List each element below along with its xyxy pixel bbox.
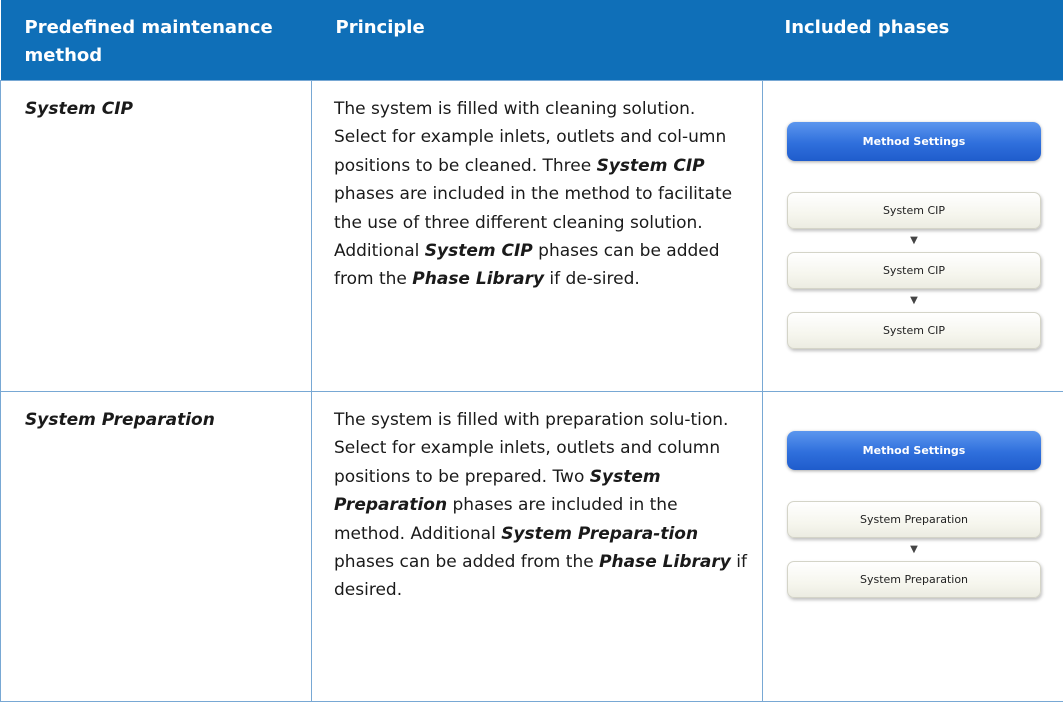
- down-arrow-icon: ▼: [910, 538, 918, 561]
- table-row: System Preparation The system is filled …: [1, 392, 1063, 702]
- principle-text: The system is filled with preparation so…: [312, 392, 763, 702]
- header-principle: Principle: [312, 0, 763, 81]
- principle-text: The system is filled with cleaning solut…: [312, 81, 763, 392]
- method-name: System Preparation: [1, 392, 312, 702]
- emphasis-term: Phase Library: [412, 269, 544, 289]
- table-header-row: Predefined maintenance method Principle …: [1, 0, 1063, 81]
- phase-flow: Method Settings System Preparation ▼ Sys…: [763, 392, 1063, 598]
- phase-box: System Preparation: [787, 561, 1041, 598]
- method-settings-button: Method Settings: [787, 122, 1041, 161]
- down-arrow-icon: ▼: [910, 289, 918, 312]
- emphasis-term: System Prepara-tion: [501, 524, 698, 544]
- phases-cell: Method Settings System CIP ▼ System CIP …: [763, 81, 1063, 392]
- emphasis-term: System CIP: [597, 156, 705, 176]
- phase-flow: Method Settings System CIP ▼ System CIP …: [763, 81, 1063, 349]
- emphasis-term: System CIP: [425, 241, 533, 261]
- phase-box: System CIP: [787, 252, 1041, 289]
- table-row: System CIP The system is filled with cle…: [1, 81, 1063, 392]
- method-settings-button: Method Settings: [787, 431, 1041, 470]
- phase-box: System Preparation: [787, 501, 1041, 538]
- maintenance-methods-table: Predefined maintenance method Principle …: [0, 0, 1063, 702]
- emphasis-term: Phase Library: [599, 552, 731, 572]
- header-method: Predefined maintenance method: [1, 0, 312, 81]
- down-arrow-icon: ▼: [910, 229, 918, 252]
- phases-cell: Method Settings System Preparation ▼ Sys…: [763, 392, 1063, 702]
- phase-box: System CIP: [787, 192, 1041, 229]
- header-included-phases: Included phases: [763, 0, 1063, 81]
- phase-box: System CIP: [787, 312, 1041, 349]
- method-name: System CIP: [1, 81, 312, 392]
